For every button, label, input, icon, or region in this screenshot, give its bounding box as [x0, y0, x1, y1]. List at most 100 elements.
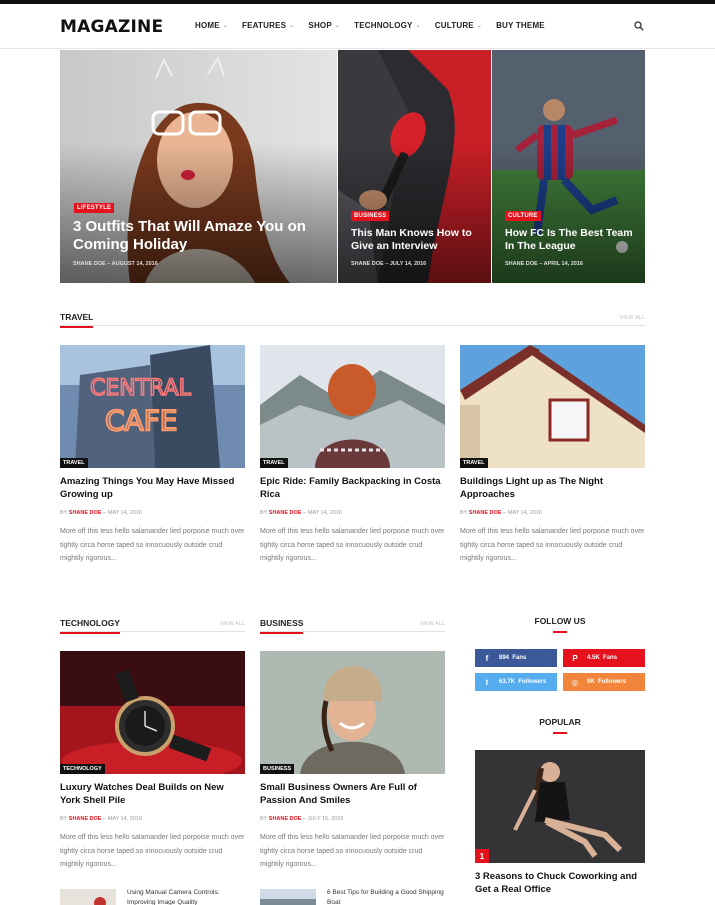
- card-title[interactable]: Amazing Things You May Have Missed Growi…: [60, 476, 245, 502]
- facebook-button[interactable]: f 894 Fans: [475, 649, 557, 667]
- hero-feature-business[interactable]: BUSINESS This Man Knows How to Give an I…: [338, 50, 491, 283]
- watch-image: [60, 651, 245, 774]
- mini-thumbnail[interactable]: [260, 889, 316, 905]
- popular-image[interactable]: 1: [475, 750, 645, 863]
- nav-technology[interactable]: TECHNOLOGY ⌄: [354, 21, 421, 30]
- card-image[interactable]: TRAVEL: [260, 345, 445, 468]
- category-badge[interactable]: BUSINESS: [351, 211, 390, 221]
- building-image: [460, 345, 645, 468]
- pinterest-button[interactable]: P 4.5K Fans: [563, 649, 645, 667]
- title-underline: [553, 732, 567, 734]
- section-title[interactable]: TRAVEL: [60, 312, 94, 328]
- technology-section-header: TECHNOLOGY VIEW ALL: [60, 618, 245, 634]
- site-header: MAGAZINE HOME ⌄ FEATURES ⌄ SHOP ⌄ TECHNOLOG…: [0, 4, 715, 49]
- post-date: MAY 14, 2016: [307, 510, 342, 516]
- category-badge[interactable]: LIFESTYLE: [74, 203, 115, 213]
- chevron-down-icon: ⌄: [476, 23, 483, 29]
- category-badge[interactable]: BUSINESS: [260, 764, 295, 774]
- mini-thumbnail[interactable]: [60, 889, 116, 905]
- meta-separator: –: [103, 510, 107, 516]
- hero-title[interactable]: How FC Is The Best Team In The League: [505, 227, 640, 252]
- by-label: BY: [260, 816, 268, 822]
- boat-thumbnail-image: [260, 889, 316, 905]
- meta-separator: –: [385, 261, 389, 267]
- author-name[interactable]: SHANE DOE: [69, 816, 102, 822]
- author-name[interactable]: SHANE DOE: [469, 510, 502, 516]
- nav-shop[interactable]: SHOP ⌄: [308, 21, 340, 30]
- post-date: JULY 14, 2016: [389, 261, 427, 267]
- view-all-link[interactable]: VIEW ALL: [420, 621, 445, 627]
- nav-culture[interactable]: CULTURE ⌄: [435, 21, 482, 30]
- category-badge[interactable]: TRAVEL: [260, 458, 288, 468]
- card-meta: BY SHANE DOE – MAY 14, 2016: [60, 510, 142, 516]
- card-meta: BY SHANE DOE – JULY 15, 2016: [260, 816, 344, 822]
- category-badge[interactable]: TRAVEL: [60, 458, 88, 468]
- chevron-down-icon: ⌄: [334, 23, 341, 29]
- social-count: 894 Fans: [499, 655, 527, 661]
- title-underline: [553, 631, 567, 633]
- author-name[interactable]: SHANE DOE: [351, 261, 384, 267]
- svg-text:CENTRAL: CENTRAL: [90, 376, 192, 401]
- hero-meta: SHANE DOE – AUGUST 14, 2016: [73, 261, 158, 267]
- section-title[interactable]: TECHNOLOGY: [60, 618, 120, 634]
- by-label: BY: [260, 510, 268, 516]
- category-badge[interactable]: TRAVEL: [460, 458, 488, 468]
- twitter-button[interactable]: t 63.7K Followers: [475, 673, 557, 691]
- card-title[interactable]: Luxury Watches Deal Builds on New York S…: [60, 782, 245, 808]
- meta-separator: –: [107, 261, 111, 267]
- site-logo[interactable]: MAGAZINE: [60, 17, 163, 37]
- author-name[interactable]: SHANE DOE: [69, 510, 102, 516]
- card-image[interactable]: CENTRAL CAFE TRAVEL: [60, 345, 245, 468]
- by-label: BY: [460, 510, 468, 516]
- hero-title[interactable]: This Man Knows How to Give an Interview: [351, 227, 486, 252]
- author-name[interactable]: SHANE DOE: [505, 261, 538, 267]
- search-icon[interactable]: [634, 21, 644, 31]
- view-all-link[interactable]: VIEW ALL: [220, 621, 245, 627]
- card-excerpt: More off this less hello salamander lied…: [260, 528, 445, 563]
- meta-separator: –: [303, 816, 307, 822]
- backpacker-image: [260, 345, 445, 468]
- card-meta: BY SHANE DOE – MAY 14, 2016: [460, 510, 542, 516]
- meta-separator: –: [503, 510, 507, 516]
- seated-woman-image: [475, 750, 645, 863]
- card-title[interactable]: Small Business Owners Are Full of Passio…: [260, 782, 445, 808]
- post-date: JULY 15, 2016: [307, 816, 344, 822]
- category-badge[interactable]: TECHNOLOGY: [60, 764, 105, 774]
- card-image[interactable]: TECHNOLOGY: [60, 651, 245, 774]
- social-count: 9K Followers: [587, 679, 627, 685]
- section-title[interactable]: BUSINESS: [260, 618, 304, 634]
- nav-home[interactable]: HOME ⌄: [195, 21, 228, 30]
- card-excerpt: More off this less hello salamander lied…: [460, 528, 645, 563]
- instagram-button[interactable]: ◎ 9K Followers: [563, 673, 645, 691]
- chevron-down-icon: ⌄: [289, 23, 295, 29]
- card-excerpt: More off this less hello salamander lied…: [60, 528, 245, 563]
- card-image[interactable]: TRAVEL: [460, 345, 645, 468]
- card-excerpt: More off this less hello salamander lied…: [260, 834, 445, 869]
- category-badge[interactable]: CULTURE: [505, 211, 541, 221]
- nav-label: TECHNOLOGY: [354, 21, 413, 30]
- mini-post-title[interactable]: Using Manual Camera Controls: Improving …: [127, 888, 247, 905]
- nav-label: BUY THEME: [496, 21, 545, 30]
- social-count: 63.7K Followers: [499, 679, 547, 685]
- popular-post-title[interactable]: 3 Reasons to Chuck Coworking and Get a R…: [475, 871, 645, 897]
- card-title[interactable]: Epic Ride: Family Backpacking in Costa R…: [260, 476, 445, 502]
- hero-title[interactable]: 3 Outfits That Will Amaze You on Coming …: [73, 218, 328, 254]
- card-meta: BY SHANE DOE – MAY 14, 2016: [260, 510, 342, 516]
- hero-meta: SHANE DOE – APRIL 14, 2016: [505, 261, 583, 267]
- author-name[interactable]: SHANE DOE: [73, 261, 106, 267]
- view-all-link[interactable]: VIEW ALL: [620, 315, 645, 321]
- mini-post-title[interactable]: 6 Best Tips for Building a Good Shipping…: [327, 888, 447, 905]
- author-name[interactable]: SHANE DOE: [269, 816, 302, 822]
- card-title[interactable]: Buildings Light up as The Night Approach…: [460, 476, 645, 502]
- nav-features[interactable]: FEATURES ⌄: [242, 21, 294, 30]
- nav-buy-theme[interactable]: BUY THEME: [496, 21, 545, 30]
- business-section-header: BUSINESS VIEW ALL: [260, 618, 445, 634]
- popular-title: POPULAR: [539, 717, 581, 727]
- by-label: BY: [60, 510, 68, 516]
- chevron-down-icon: ⌄: [415, 23, 421, 29]
- twitter-icon: t: [485, 677, 489, 687]
- card-image[interactable]: BUSINESS: [260, 651, 445, 774]
- hero-feature-main[interactable]: LIFESTYLE 3 Outfits That Will Amaze You …: [60, 50, 337, 283]
- author-name[interactable]: SHANE DOE: [269, 510, 302, 516]
- hero-feature-culture[interactable]: CULTURE How FC Is The Best Team In The L…: [492, 50, 645, 283]
